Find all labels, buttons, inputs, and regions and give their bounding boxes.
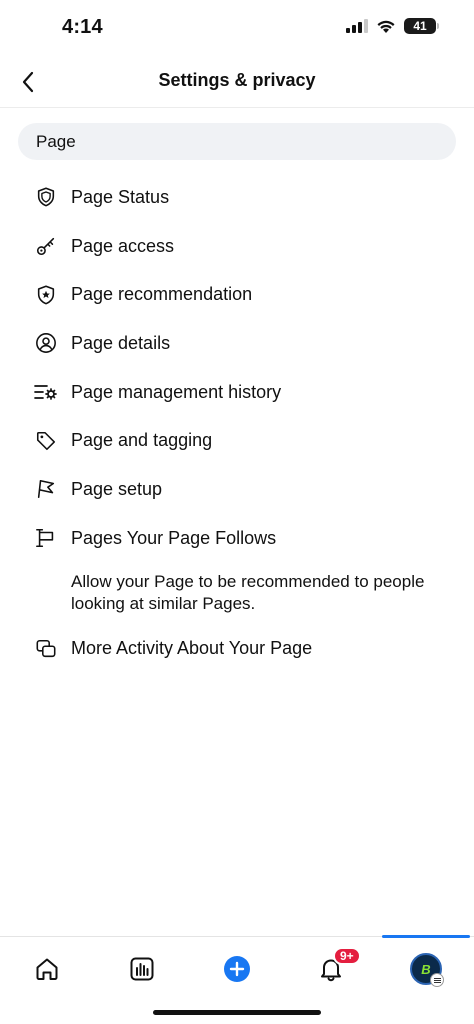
user-circle-icon: [34, 331, 58, 355]
bottom-nav: 9+ B: [0, 935, 474, 1000]
settings-menu: Page Status Page access Page recommendat…: [0, 173, 474, 673]
menu-item-page-status[interactable]: Page Status: [0, 173, 474, 222]
nav-notifications-button[interactable]: 9+: [313, 947, 361, 987]
page-title: Settings & privacy: [158, 70, 316, 90]
nav-home-button[interactable]: [29, 951, 65, 987]
nav-insights-button[interactable]: [124, 951, 160, 987]
menu-item-label: Page setup: [71, 478, 163, 499]
menu-item-more-activity[interactable]: More Activity About Your Page: [0, 625, 474, 674]
insights-icon: [130, 957, 154, 981]
shield-icon: [34, 185, 58, 209]
home-indicator: [153, 1010, 321, 1015]
menu-item-pages-your-page-follows[interactable]: Pages Your Page Follows: [0, 514, 474, 563]
header: Settings & privacy: [0, 56, 474, 108]
menu-item-label: Page Status: [71, 186, 170, 207]
menu-item-label: More Activity About Your Page: [71, 638, 313, 659]
home-icon: [36, 958, 58, 980]
cellular-signal-icon: [346, 19, 368, 33]
overlap-squares-icon: [34, 637, 58, 661]
shield-star-icon: [34, 283, 58, 307]
status-time: 4:14: [62, 16, 103, 38]
notification-badge: 9+: [333, 947, 361, 965]
menu-item-label: Page management history: [71, 381, 282, 402]
menu-icon: [430, 973, 444, 987]
menu-item-page-setup[interactable]: Page setup: [0, 465, 474, 514]
menu-item-page-and-tagging[interactable]: Page and tagging: [0, 416, 474, 465]
menu-item-page-access[interactable]: Page access: [0, 222, 474, 271]
search-input[interactable]: [18, 123, 456, 160]
key-icon: [34, 234, 58, 258]
menu-item-label: Pages Your Page Follows: [71, 527, 277, 548]
page-recommendation-description: Allow your Page to be recommended to peo…: [71, 571, 425, 613]
active-tab-indicator: [382, 935, 470, 938]
menu-item-label: Page details: [71, 332, 171, 353]
tag-icon: [34, 429, 58, 453]
menu-item-label: Page access: [71, 235, 175, 256]
nav-profile-menu-button[interactable]: B: [408, 951, 444, 987]
avatar-logo: B: [421, 961, 431, 977]
avatar: B: [410, 953, 444, 987]
menu-item-label: Page and tagging: [71, 430, 213, 451]
status-bar: 4:14 41: [0, 0, 474, 56]
nav-create-button[interactable]: [219, 951, 255, 987]
menu-item-label: Page recommendation: [71, 284, 253, 305]
flag-post-icon: [34, 526, 58, 550]
battery-level: 41: [413, 19, 427, 33]
list-gear-icon: [34, 380, 58, 404]
wifi-icon: [377, 20, 395, 33]
battery-icon: 41: [404, 18, 439, 34]
menu-item-page-recommendation[interactable]: Page recommendation: [0, 270, 474, 319]
create-icon: [224, 956, 250, 982]
menu-item-page-management-history[interactable]: Page management history: [0, 368, 474, 417]
menu-item-page-details[interactable]: Page details: [0, 319, 474, 368]
status-indicators: 41: [346, 18, 439, 34]
flag-icon: [34, 477, 58, 501]
